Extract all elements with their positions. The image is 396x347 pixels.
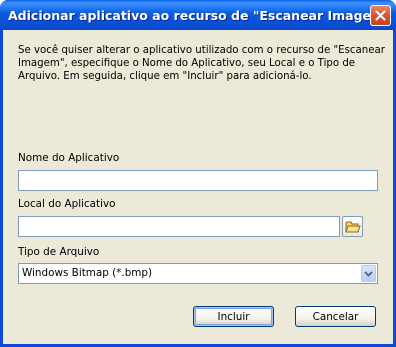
file-type-dropdown-button[interactable] — [361, 265, 376, 282]
instructions-text: Se você quiser alterar o aplicativo util… — [18, 45, 385, 82]
dialog-title: Adicionar aplicativo ao recurso de "Esca… — [8, 8, 391, 23]
app-location-input[interactable] — [18, 216, 340, 237]
cancel-button[interactable]: Cancelar — [295, 306, 376, 327]
close-button[interactable] — [370, 5, 391, 26]
title-bar[interactable]: Adicionar aplicativo ao recurso de "Esca… — [0, 0, 396, 30]
close-icon — [375, 10, 386, 21]
file-type-selected: Windows Bitmap (*.bmp) — [22, 267, 153, 279]
dialog-body: Se você quiser alterar o aplicativo util… — [3, 30, 393, 344]
app-name-label: Nome do Aplicativo — [18, 152, 120, 164]
browse-button[interactable] — [342, 216, 363, 237]
app-location-label: Local do Aplicativo — [18, 198, 116, 210]
include-button[interactable]: Incluir — [193, 306, 274, 327]
file-type-label: Tipo de Arquivo — [18, 246, 100, 258]
folder-icon — [344, 221, 361, 233]
app-name-input[interactable] — [18, 170, 378, 191]
chevron-down-icon — [364, 270, 373, 277]
dialog-window: Adicionar aplicativo ao recurso de "Esca… — [0, 0, 396, 347]
file-type-select[interactable]: Windows Bitmap (*.bmp) — [18, 263, 378, 284]
